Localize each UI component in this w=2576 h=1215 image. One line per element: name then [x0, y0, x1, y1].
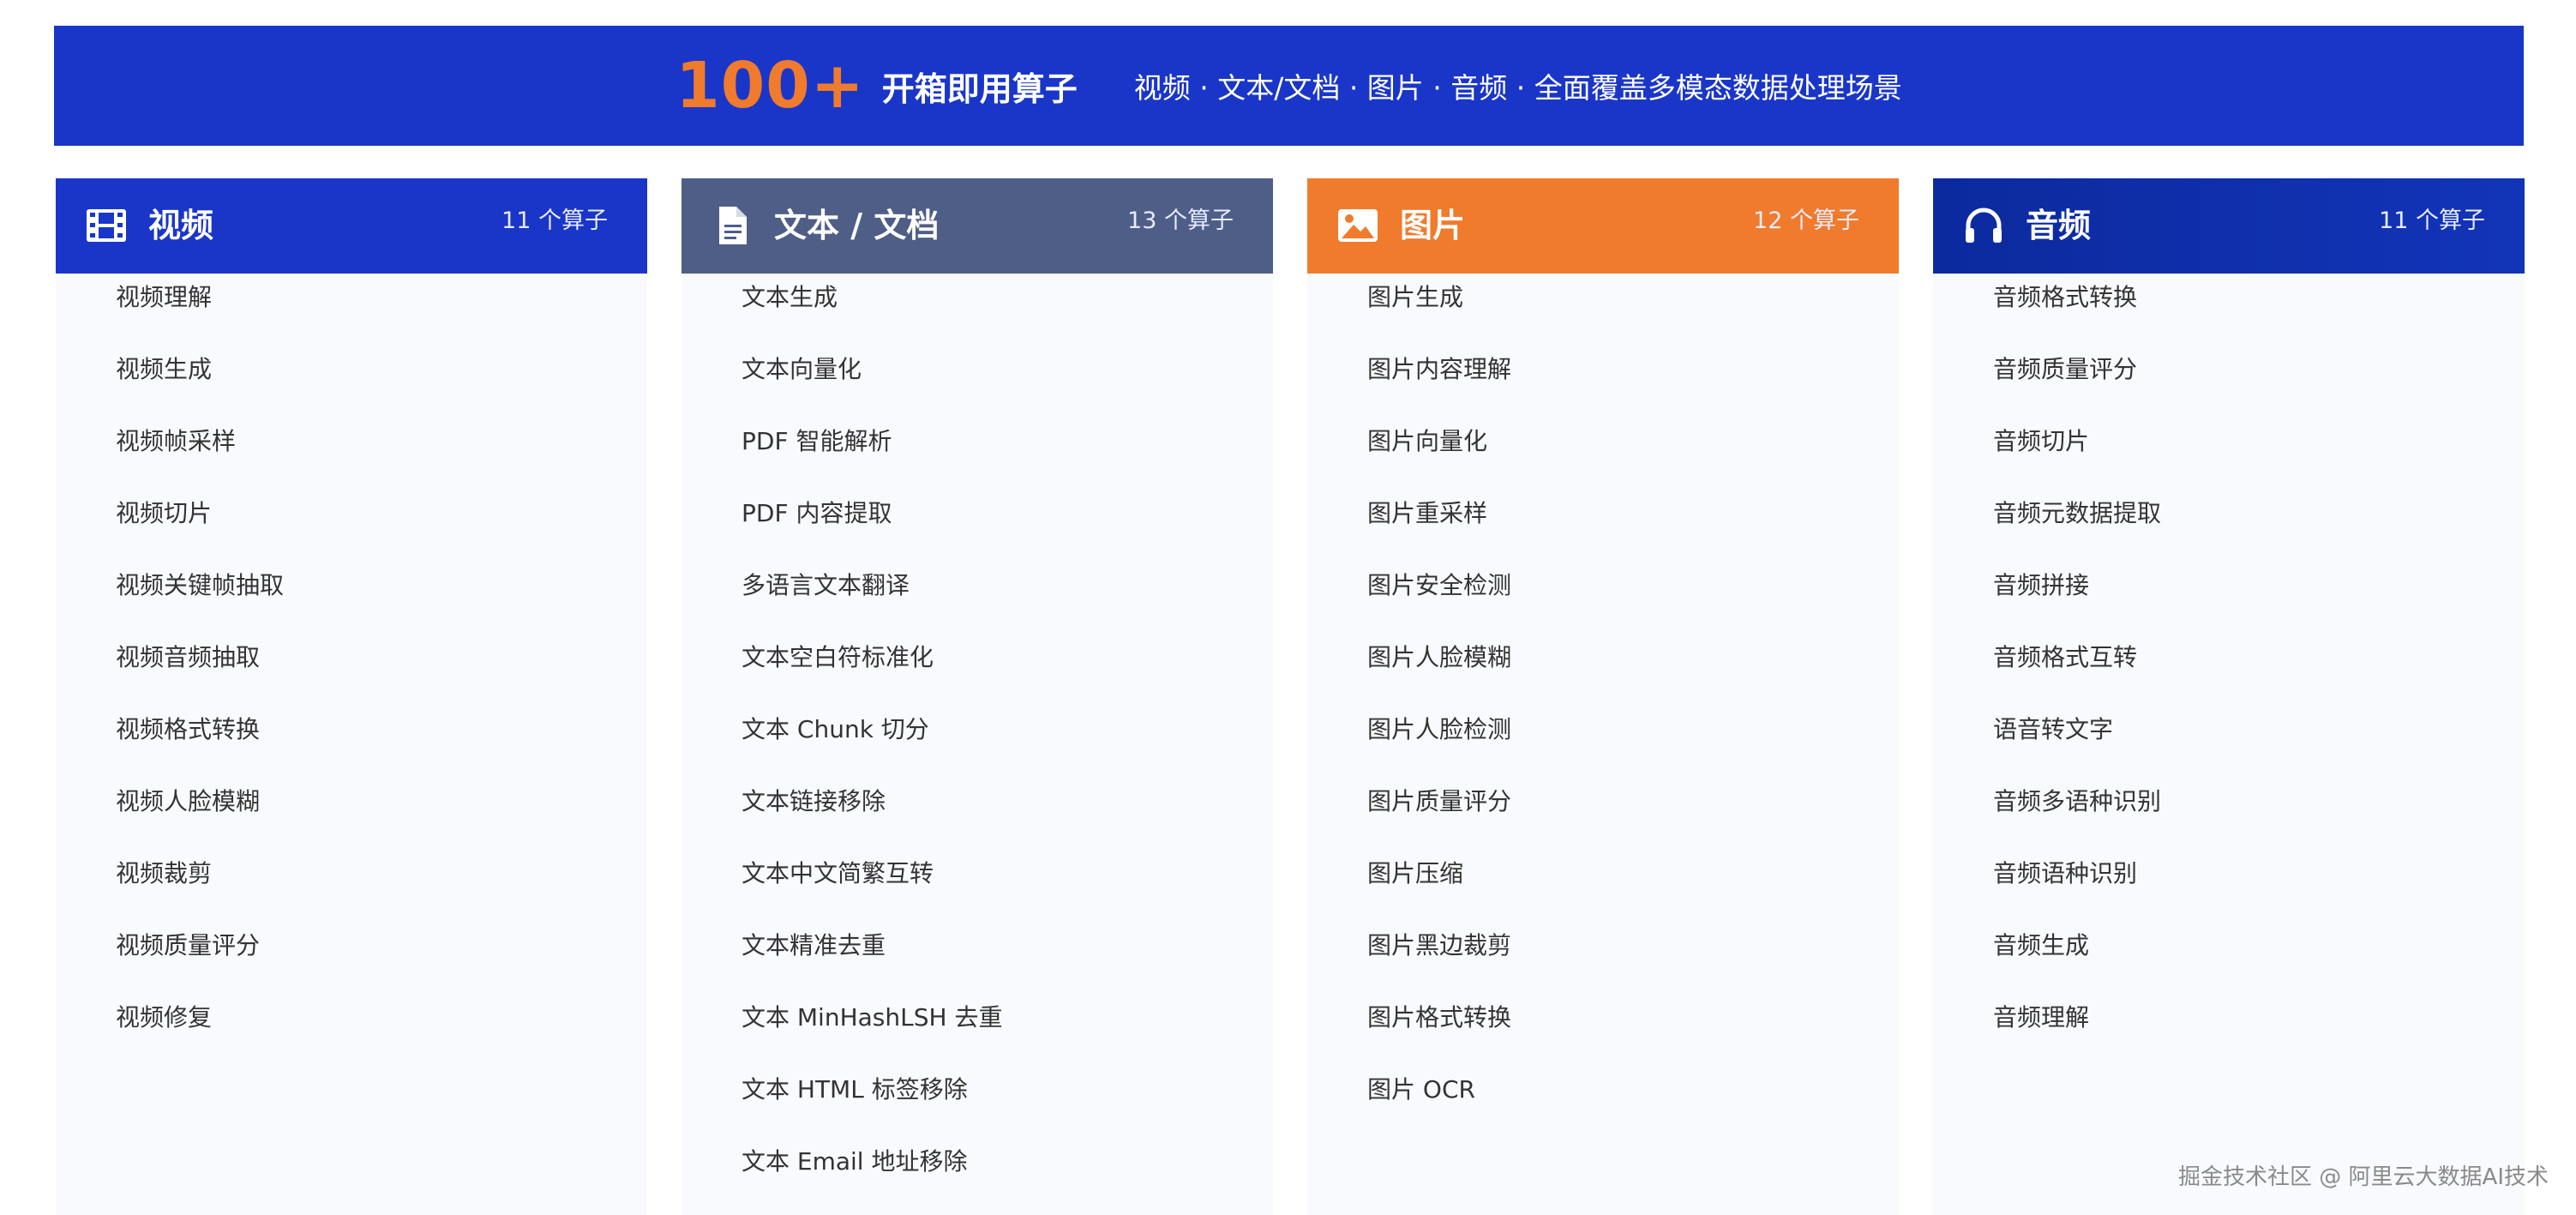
- list-item: 音频格式转换: [1993, 283, 2138, 311]
- list-item: 音频拼接: [1993, 571, 2090, 599]
- list-item: 文本 Chunk 切分: [742, 715, 929, 743]
- list-item: 图片压缩: [1367, 859, 1464, 887]
- list-item: 图片格式转换: [1367, 1003, 1512, 1032]
- list-item: 图片人脸检测: [1367, 715, 1512, 743]
- headphones-icon: [1966, 208, 2002, 243]
- list-item: 视频理解: [116, 283, 213, 311]
- list-item: 音频多语种识别: [1993, 787, 2162, 815]
- list-item: 视频音频抽取: [116, 643, 261, 671]
- list-item: 视频帧采样: [116, 427, 237, 455]
- list-item: 图片安全检测: [1367, 571, 1512, 599]
- image-column-header: 图片 12 个算子: [1307, 178, 1899, 274]
- list-item: 图片 OCR: [1367, 1075, 1475, 1104]
- operator-count: 100+: [676, 49, 865, 123]
- list-item: 视频质量评分: [116, 931, 261, 959]
- operator-count-badge: 12 个算子: [1753, 208, 1859, 234]
- list-item: 视频修复: [116, 1003, 213, 1032]
- document-icon: [719, 207, 747, 244]
- list-item: 视频裁剪: [116, 859, 213, 887]
- list-item: 文本向量化: [742, 355, 862, 383]
- list-item: 视频切片: [116, 499, 213, 527]
- list-item: 文本 Email 地址移除: [742, 1147, 968, 1176]
- column-title: 音频: [2026, 207, 2092, 244]
- column-title: 图片: [1400, 207, 1466, 244]
- list-item: 音频元数据提取: [1993, 499, 2162, 527]
- video-operator-list: 视频理解 视频生成 视频帧采样 视频切片 视频关键帧抽取 视频音频抽取 视频格式…: [56, 274, 647, 1054]
- list-item: 语音转文字: [1993, 715, 2114, 743]
- list-item: 文本生成: [742, 283, 838, 311]
- list-item: 视频人脸模糊: [116, 787, 261, 815]
- audio-column: 音频 11 个算子 音频格式转换 音频质量评分 音频切片 音频元数据提取 音频拼…: [1933, 178, 2525, 1215]
- text-column: 文本 / 文档 13 个算子 文本生成 文本向量化 PDF 智能解析 PDF 内…: [682, 178, 1273, 1215]
- list-item: 文本 MinHashLSH 去重: [742, 1003, 1003, 1032]
- list-item: 文本中文简繁互转: [742, 859, 934, 887]
- hero-banner: 100+ 开箱即用算子 视频 · 文本/文档 · 图片 · 音频 · 全面覆盖多…: [54, 26, 2524, 146]
- video-column-header: 视频 11 个算子: [56, 178, 647, 274]
- list-item: 图片质量评分: [1367, 787, 1512, 815]
- list-item: 文本空白符标准化: [742, 643, 934, 671]
- list-item: 文本链接移除: [742, 787, 886, 815]
- list-item: PDF 智能解析: [742, 427, 892, 455]
- list-item: 音频生成: [1993, 931, 2090, 959]
- list-item: 文本精准去重: [742, 931, 886, 959]
- list-item: 视频关键帧抽取: [116, 571, 285, 599]
- banner-title: 开箱即用算子: [881, 69, 1078, 108]
- column-title: 文本 / 文档: [774, 207, 940, 244]
- text-column-header: 文本 / 文档 13 个算子: [682, 178, 1273, 274]
- operator-count-badge: 11 个算子: [501, 208, 608, 234]
- audio-operator-list: 音频格式转换 音频质量评分 音频切片 音频元数据提取 音频拼接 音频格式互转 语…: [1933, 274, 2525, 1054]
- film-icon: [87, 209, 126, 242]
- image-icon: [1338, 209, 1378, 242]
- list-item: 多语言文本翻译: [742, 571, 910, 599]
- list-item: PDF 内容提取: [742, 499, 892, 527]
- audio-column-header: 音频 11 个算子: [1933, 178, 2525, 274]
- operator-count-badge: 13 个算子: [1127, 208, 1234, 234]
- watermark: 掘金技术社区 @ 阿里云大数据AI技术: [2178, 1164, 2549, 1190]
- list-item: 图片人脸模糊: [1367, 643, 1512, 671]
- list-item: 视频生成: [116, 355, 213, 383]
- column-title: 视频: [148, 207, 214, 244]
- video-column: 视频 11 个算子 视频理解 视频生成 视频帧采样 视频切片 视频关键帧抽取 视…: [56, 178, 647, 1215]
- list-item: 音频切片: [1993, 427, 2090, 455]
- banner-subtitle: 视频 · 文本/文档 · 图片 · 音频 · 全面覆盖多模态数据处理场景: [1133, 71, 1902, 105]
- image-operator-list: 图片生成 图片内容理解 图片向量化 图片重采样 图片安全检测 图片人脸模糊 图片…: [1307, 274, 1899, 1126]
- list-item: 音频语种识别: [1993, 859, 2138, 887]
- image-column: 图片 12 个算子 图片生成 图片内容理解 图片向量化 图片重采样 图片安全检测…: [1307, 178, 1899, 1215]
- list-item: 图片重采样: [1367, 499, 1488, 527]
- list-item: 图片生成: [1367, 283, 1464, 311]
- list-item: 音频理解: [1993, 1003, 2090, 1032]
- list-item: 图片黑边裁剪: [1367, 931, 1512, 959]
- list-item: 文本 HTML 标签移除: [742, 1075, 968, 1104]
- list-item: 音频格式互转: [1993, 643, 2138, 671]
- list-item: 视频格式转换: [116, 715, 261, 743]
- list-item: 图片内容理解: [1367, 355, 1512, 383]
- operator-count-badge: 11 个算子: [2379, 208, 2485, 234]
- text-operator-list: 文本生成 文本向量化 PDF 智能解析 PDF 内容提取 多语言文本翻译 文本空…: [682, 274, 1273, 1198]
- list-item: 图片向量化: [1367, 427, 1488, 455]
- list-item: 音频质量评分: [1993, 355, 2138, 383]
